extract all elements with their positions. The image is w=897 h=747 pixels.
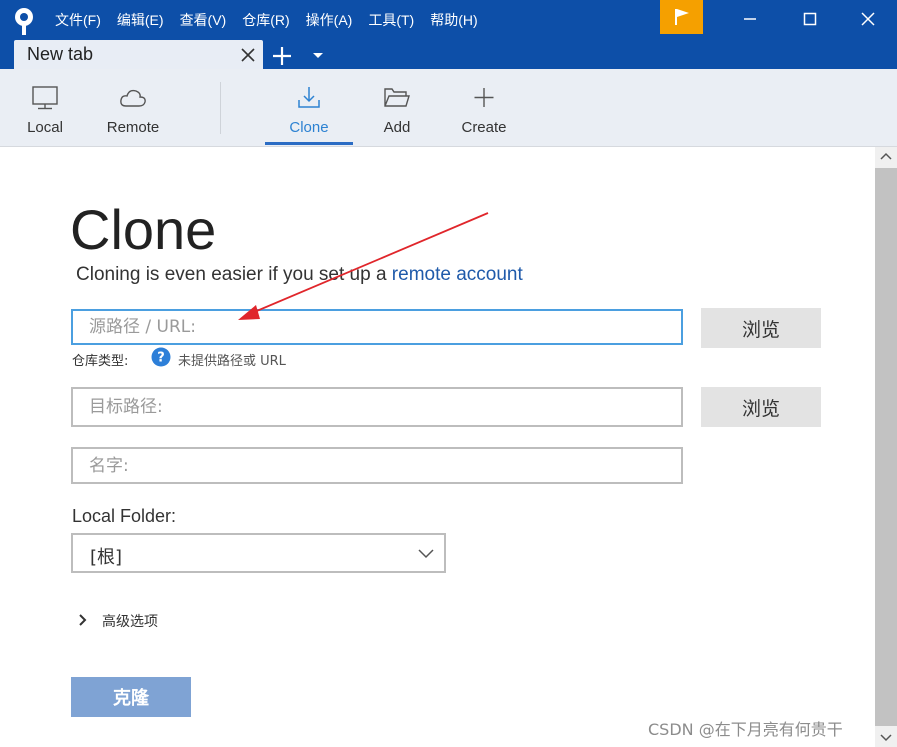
monitor-icon: [32, 86, 58, 110]
clone-page: Clone Cloning is even easier if you set …: [0, 147, 875, 747]
toolbar: Local Remote Clone Add Create: [0, 69, 897, 147]
destination-path-input[interactable]: [71, 387, 683, 427]
clone-button[interactable]: 克隆: [71, 677, 191, 717]
menu-edit[interactable]: 编辑(E): [109, 10, 172, 30]
folder-open-icon: [384, 88, 410, 107]
add-tab-icon[interactable]: [270, 44, 294, 68]
plus-icon: [474, 88, 494, 107]
close-window-button[interactable]: [845, 0, 891, 38]
toolbar-create-label: Create: [461, 119, 507, 136]
sourcetree-logo-icon: [15, 8, 33, 35]
flag-icon: [674, 9, 689, 25]
advanced-options-label: 高级选项: [102, 614, 158, 630]
toolbar-create-button[interactable]: Create: [454, 69, 514, 145]
scroll-up-icon[interactable]: [875, 147, 897, 167]
menu-bar: 文件(F) 编辑(E) 查看(V) 仓库(R) 操作(A) 工具(T) 帮助(H…: [47, 0, 486, 40]
page-subtitle: Cloning is even easier if you set up a r…: [76, 264, 523, 286]
scroll-down-icon[interactable]: [875, 727, 897, 747]
toolbar-remote-button[interactable]: Remote: [100, 69, 166, 145]
toolbar-separator: [220, 82, 221, 134]
toolbar-local-label: Local: [27, 119, 63, 136]
active-tab-indicator: [265, 142, 353, 145]
toolbar-remote-label: Remote: [106, 119, 160, 136]
watermark: CSDN @在下月亮有何贵干: [648, 720, 843, 739]
name-input[interactable]: [71, 447, 683, 484]
local-folder-label: Local Folder:: [72, 506, 177, 526]
remote-account-link[interactable]: remote account: [392, 264, 523, 285]
scrollbar-thumb[interactable]: [875, 168, 897, 726]
source-url-input[interactable]: [71, 309, 683, 345]
maximize-icon: [803, 12, 817, 26]
toolbar-add-label: Add: [383, 119, 411, 136]
tab-new-tab[interactable]: New tab: [14, 40, 263, 69]
chevron-right-icon: [79, 614, 87, 626]
menu-actions[interactable]: 操作(A): [298, 10, 361, 30]
download-icon: [298, 87, 320, 108]
subtitle-text: Cloning is even easier if you set up a: [76, 264, 392, 285]
menu-tools[interactable]: 工具(T): [360, 10, 422, 30]
cloud-icon: [120, 89, 146, 107]
title-bar: 文件(F) 编辑(E) 查看(V) 仓库(R) 操作(A) 工具(T) 帮助(H…: [0, 0, 897, 69]
svg-text:?: ?: [157, 351, 165, 366]
tab-close-icon[interactable]: [239, 46, 257, 64]
maximize-button[interactable]: [787, 0, 833, 38]
vertical-scrollbar[interactable]: [875, 147, 897, 747]
tab-title: New tab: [27, 44, 94, 64]
menu-file[interactable]: 文件(F): [47, 10, 109, 30]
close-icon: [861, 12, 875, 26]
toolbar-clone-button[interactable]: Clone: [265, 69, 353, 145]
menu-view[interactable]: 查看(V): [172, 10, 235, 30]
toolbar-clone-label: Clone: [289, 119, 329, 136]
notification-flag-button[interactable]: [660, 0, 703, 34]
repo-type-label: 仓库类型:: [72, 354, 129, 369]
local-folder-select[interactable]: [根]: [71, 533, 446, 573]
local-folder-value: [根]: [90, 547, 123, 568]
minimize-button[interactable]: [727, 0, 773, 38]
tab-dropdown-icon[interactable]: [311, 50, 325, 62]
chevron-down-icon: [418, 549, 434, 559]
menu-help[interactable]: 帮助(H): [422, 10, 485, 30]
help-icon: ?: [151, 347, 171, 367]
toolbar-add-button[interactable]: Add: [372, 69, 422, 145]
browse-source-button[interactable]: 浏览: [701, 308, 821, 348]
page-title: Clone: [70, 198, 217, 261]
menu-repository[interactable]: 仓库(R): [234, 10, 297, 30]
toolbar-local-button[interactable]: Local: [17, 69, 73, 145]
minimize-icon: [744, 18, 756, 20]
browse-destination-button[interactable]: 浏览: [701, 387, 821, 427]
repo-type-value: 未提供路径或 URL: [178, 354, 286, 369]
